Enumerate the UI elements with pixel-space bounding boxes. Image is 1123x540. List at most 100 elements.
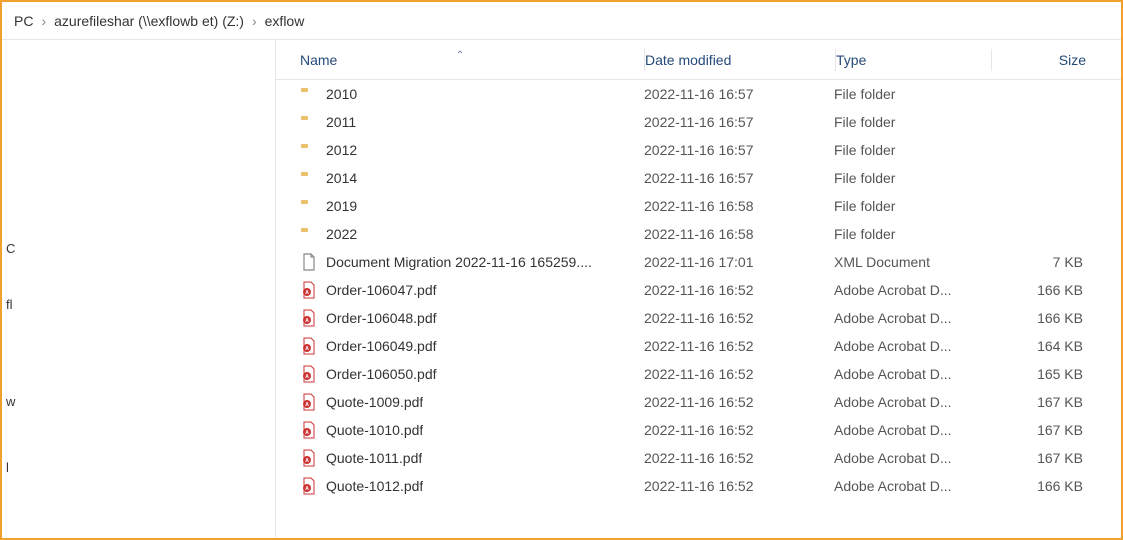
svg-text:A: A xyxy=(305,486,309,492)
breadcrumb-item[interactable]: exflow xyxy=(259,13,311,29)
file-date-cell: 2022-11-16 16:57 xyxy=(644,170,834,186)
file-name-label: Order-106049.pdf xyxy=(326,338,437,354)
file-row[interactable]: AOrder-106047.pdf2022-11-16 16:52Adobe A… xyxy=(276,276,1121,304)
explorer-body: C fl w l ⌃ Name Date modified Type Size … xyxy=(2,40,1121,538)
breadcrumb[interactable]: PC › azurefileshar (\\exflowb et) (Z:) ›… xyxy=(2,2,1121,40)
file-name-label: Quote-1012.pdf xyxy=(326,478,423,494)
folder-icon xyxy=(300,113,318,131)
file-size-cell: 165 KB xyxy=(989,366,1109,382)
folder-icon xyxy=(300,141,318,159)
file-date-cell: 2022-11-16 16:58 xyxy=(644,198,834,214)
column-header-date[interactable]: Date modified xyxy=(645,52,835,68)
chevron-right-icon: › xyxy=(39,13,48,29)
pdf-file-icon: A xyxy=(300,449,318,467)
file-name-cell[interactable]: AQuote-1010.pdf xyxy=(276,421,644,439)
nav-tree-item[interactable]: fl xyxy=(2,276,275,332)
nav-tree-label: l xyxy=(6,460,9,475)
file-name-cell[interactable]: AOrder-106050.pdf xyxy=(276,365,644,383)
file-type-cell: Adobe Acrobat D... xyxy=(834,394,989,410)
file-name-cell[interactable]: 2022 xyxy=(276,225,644,243)
file-date-cell: 2022-11-16 16:52 xyxy=(644,394,834,410)
file-name-cell[interactable]: 2019 xyxy=(276,197,644,215)
file-size-cell: 166 KB xyxy=(989,310,1109,326)
file-size-cell: 7 KB xyxy=(989,254,1109,270)
file-type-cell: Adobe Acrobat D... xyxy=(834,422,989,438)
file-row[interactable]: AQuote-1012.pdf2022-11-16 16:52Adobe Acr… xyxy=(276,472,1121,500)
column-header-row: ⌃ Name Date modified Type Size xyxy=(276,40,1121,80)
file-name-cell[interactable]: A Order-106049.pdf xyxy=(276,337,644,355)
nav-tree-item[interactable]: l xyxy=(2,452,275,482)
file-type-cell: Adobe Acrobat D... xyxy=(834,310,989,326)
svg-text:A: A xyxy=(305,318,309,324)
folder-icon xyxy=(300,169,318,187)
column-header-name[interactable]: ⌃ Name xyxy=(276,52,644,68)
nav-tree-label: C xyxy=(6,241,15,256)
file-name-cell[interactable]: AOrder-106048.pdf xyxy=(276,309,644,327)
file-type-cell: Adobe Acrobat D... xyxy=(834,366,989,382)
pdf-file-icon: A xyxy=(300,365,318,383)
column-header-label: Name xyxy=(300,52,337,68)
file-name-cell[interactable]: 2010 xyxy=(276,85,644,103)
folder-icon xyxy=(300,197,318,215)
file-row[interactable]: AOrder-106048.pdf2022-11-16 16:52Adobe A… xyxy=(276,304,1121,332)
file-type-cell: Adobe Acrobat D... xyxy=(834,478,989,494)
file-row[interactable]: 20112022-11-16 16:57File folder xyxy=(276,108,1121,136)
file-type-cell: File folder xyxy=(834,198,989,214)
file-name-cell[interactable]: AOrder-106047.pdf xyxy=(276,281,644,299)
file-name-label: Quote-1011.pdf xyxy=(326,450,422,466)
file-row[interactable]: 20142022-11-16 16:57File folder xyxy=(276,164,1121,192)
file-name-cell[interactable]: A Quote-1011.pdf xyxy=(276,449,644,467)
file-row[interactable]: AOrder-106049.pdf2022-11-16 16:52Adobe A… xyxy=(276,332,1121,360)
file-size-cell: 164 KB xyxy=(989,338,1109,354)
file-name-label: 2014 xyxy=(326,170,357,186)
file-size-cell: 167 KB xyxy=(989,422,1109,438)
file-row[interactable]: 20102022-11-16 16:57File folder xyxy=(276,80,1121,108)
column-header-label: Date modified xyxy=(645,52,731,68)
pdf-file-icon: A xyxy=(300,421,318,439)
nav-tree-item[interactable]: w xyxy=(2,386,275,416)
file-name-label: 2010 xyxy=(326,86,357,102)
column-header-type[interactable]: Type xyxy=(836,52,991,68)
file-date-cell: 2022-11-16 16:58 xyxy=(644,226,834,242)
file-row[interactable]: AQuote-1009.pdf2022-11-16 16:52Adobe Acr… xyxy=(276,388,1121,416)
file-name-cell[interactable]: AQuote-1009.pdf xyxy=(276,393,644,411)
file-date-cell: 2022-11-16 16:52 xyxy=(644,338,834,354)
file-name-cell[interactable]: 2012 xyxy=(276,141,644,159)
explorer-window: PC › azurefileshar (\\exflowb et) (Z:) ›… xyxy=(0,0,1123,540)
navigation-pane[interactable]: C fl w l xyxy=(2,40,276,538)
file-name-label: 2012 xyxy=(326,142,357,158)
chevron-right-icon: › xyxy=(250,13,259,29)
file-row[interactable]: 20122022-11-16 16:57File folder xyxy=(276,136,1121,164)
file-name-label: 2019 xyxy=(326,198,357,214)
file-name-cell[interactable]: A Quote-1012.pdf xyxy=(276,477,644,495)
file-name-cell[interactable]: Document Migration 2022-11-16 165259.... xyxy=(276,253,644,271)
file-name-cell[interactable]: 2011 xyxy=(276,113,644,131)
file-date-cell: 2022-11-16 16:52 xyxy=(644,310,834,326)
breadcrumb-item[interactable]: azurefileshar (\\exflowb et) (Z:) xyxy=(48,13,250,29)
file-rows[interactable]: 20102022-11-16 16:57File folder20112022-… xyxy=(276,80,1121,500)
breadcrumb-item[interactable]: PC xyxy=(8,13,39,29)
file-type-cell: File folder xyxy=(834,226,989,242)
file-size-cell: 166 KB xyxy=(989,478,1109,494)
pdf-file-icon: A xyxy=(300,281,318,299)
file-date-cell: 2022-11-16 16:52 xyxy=(644,422,834,438)
file-row[interactable]: 20222022-11-16 16:58File folder xyxy=(276,220,1121,248)
file-type-cell: File folder xyxy=(834,86,989,102)
svg-text:A: A xyxy=(305,374,309,380)
file-row[interactable]: AQuote-1010.pdf2022-11-16 16:52Adobe Acr… xyxy=(276,416,1121,444)
xml-file-icon xyxy=(300,253,318,271)
file-row[interactable]: AOrder-106050.pdf2022-11-16 16:52Adobe A… xyxy=(276,360,1121,388)
file-list-pane: ⌃ Name Date modified Type Size 20102022-… xyxy=(276,40,1121,538)
file-row[interactable]: AQuote-1011.pdf2022-11-16 16:52Adobe Acr… xyxy=(276,444,1121,472)
file-date-cell: 2022-11-16 16:57 xyxy=(644,114,834,130)
svg-text:A: A xyxy=(305,346,309,352)
file-name-cell[interactable]: 2014 xyxy=(276,169,644,187)
file-row[interactable]: 2019 2022-11-16 16:58File folder xyxy=(276,192,1121,220)
nav-tree-item[interactable]: C xyxy=(2,220,275,276)
nav-tree-label: fl xyxy=(6,297,13,312)
svg-text:A: A xyxy=(305,290,309,296)
file-row[interactable]: Document Migration 2022-11-16 165259....… xyxy=(276,248,1121,276)
column-header-label: Size xyxy=(1059,52,1086,68)
nav-tree-label: w xyxy=(6,394,15,409)
column-header-size[interactable]: Size xyxy=(992,52,1112,68)
